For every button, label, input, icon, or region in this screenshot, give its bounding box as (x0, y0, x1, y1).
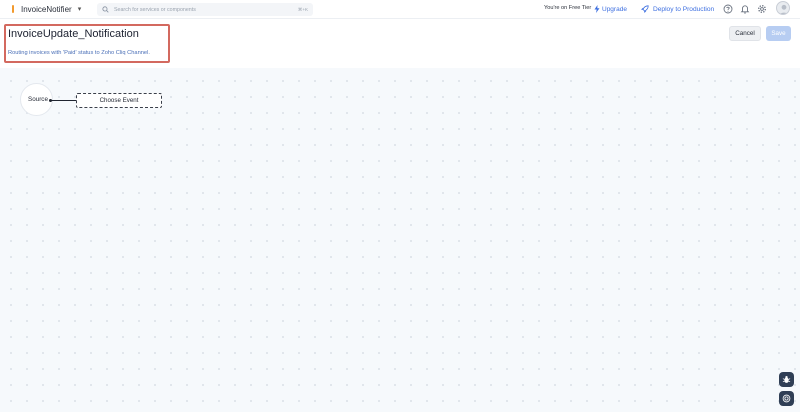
search-input[interactable]: Search for services or components ⌘+K (97, 3, 313, 16)
search-shortcut: ⌘+K (297, 6, 308, 12)
support-button[interactable] (779, 391, 794, 406)
chevron-down-icon: ▾ (77, 6, 82, 13)
deploy-label: Deploy to Production (653, 5, 715, 13)
support-icon (782, 394, 791, 403)
project-name: InvoiceNotifier (21, 4, 72, 14)
project-switcher[interactable]: InvoiceNotifier ▾ (12, 3, 81, 15)
bolt-icon (594, 5, 600, 13)
save-button[interactable]: Save (766, 26, 791, 41)
rocket-icon (641, 5, 649, 13)
search-placeholder: Search for services or components (114, 6, 196, 13)
upgrade-label: Upgrade (602, 5, 627, 13)
connector-line (50, 100, 79, 101)
avatar-icon (779, 4, 789, 14)
user-avatar[interactable] (776, 1, 790, 15)
flow-description[interactable]: Routing invoices with 'Paid' status to Z… (8, 50, 150, 56)
upgrade-button[interactable]: Upgrade (594, 3, 627, 15)
cancel-button[interactable]: Cancel (729, 26, 761, 41)
choose-event-node[interactable]: Choose Event (76, 93, 162, 108)
bell-icon[interactable] (740, 4, 750, 14)
flow-title[interactable]: InvoiceUpdate_Notification (8, 28, 139, 40)
gear-icon[interactable] (757, 4, 767, 14)
search-icon (102, 6, 109, 13)
bug-report-button[interactable] (779, 372, 794, 387)
help-icon[interactable] (723, 4, 733, 14)
source-port[interactable] (49, 99, 52, 102)
flow-canvas[interactable] (0, 68, 800, 412)
top-bar: InvoiceNotifier ▾ Search for services or… (0, 0, 800, 19)
bug-icon (782, 375, 791, 383)
tier-text: You're on Free Tier (544, 5, 592, 11)
project-color-mark (12, 5, 14, 13)
deploy-button[interactable]: Deploy to Production (641, 3, 714, 15)
